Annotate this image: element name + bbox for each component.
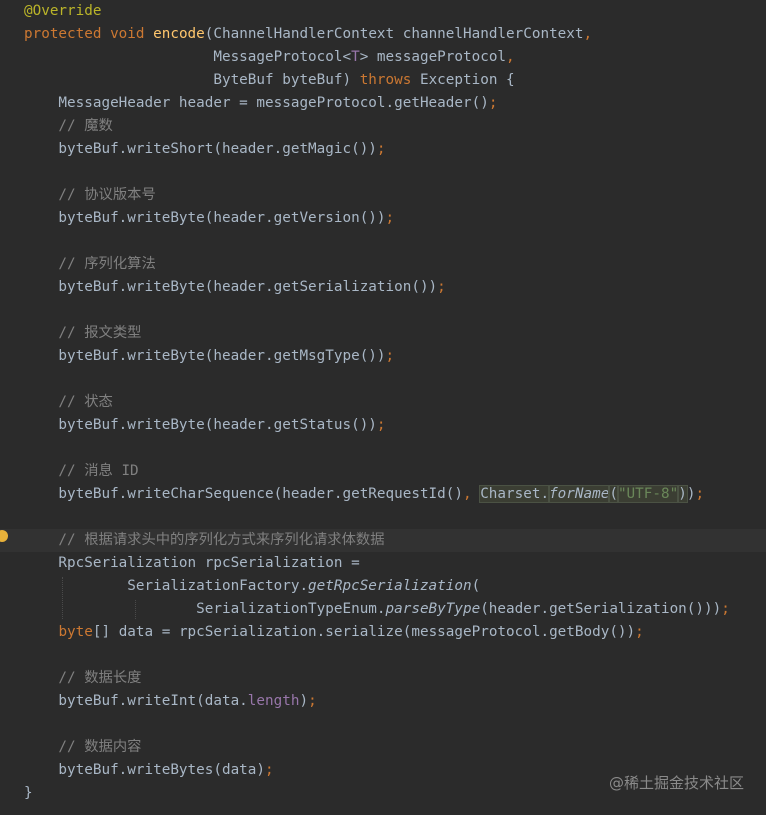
code-token: parseByType [385, 601, 481, 617]
code-token: ) [677, 485, 688, 503]
code-line[interactable] [0, 437, 766, 460]
code-token: byteBuf.writeShort(header.getMagic()) [24, 141, 377, 157]
code-line[interactable] [0, 230, 766, 253]
code-token: } [24, 785, 33, 801]
code-line[interactable]: // 数据内容 [0, 736, 766, 759]
code-token: byteBuf.writeByte(header.getVersion()) [24, 210, 386, 226]
code-line[interactable]: MessageProtocol<T> messageProtocol, [0, 46, 766, 69]
code-token: byteBuf.writeInt(data. [24, 693, 248, 709]
code-token: Exception { [419, 72, 515, 88]
code-token: ; [488, 95, 498, 111]
code-token: byteBuf.writeByte(header.getSerializatio… [24, 279, 438, 295]
code-token: (ChannelHandlerContext channelHandlerCon… [204, 26, 584, 42]
code-line[interactable] [0, 644, 766, 667]
code-token: "UTF-8" [616, 485, 680, 503]
code-token: ; [721, 601, 730, 617]
code-line[interactable]: // 协议版本号 [0, 184, 766, 207]
code-line[interactable]: byteBuf.writeByte(header.getMsgType()); [0, 345, 766, 368]
code-token: RpcSerialization rpcSerialization = [24, 555, 360, 571]
code-token: MessageProtocol< [24, 49, 352, 65]
code-token: byteBuf.writeByte(header.getStatus()) [24, 417, 377, 433]
code-line[interactable]: // 状态 [0, 391, 766, 414]
code-token: ; [308, 693, 317, 709]
code-line[interactable]: // 序列化算法 [0, 253, 766, 276]
code-token: length [247, 693, 300, 709]
code-token: byteBuf.writeByte(header.getMsgType()) [24, 348, 386, 364]
code-line[interactable]: // 消息 ID [0, 460, 766, 483]
code-token: ; [385, 348, 395, 364]
code-token: // 报文类型 [24, 325, 142, 341]
code-token: [] data = rpcSerialization.serialize(mes… [92, 624, 636, 640]
code-token: // 魔数 [24, 118, 113, 134]
code-line[interactable]: SerializationFactory.getRpcSerialization… [0, 575, 766, 598]
code-token: > messageProtocol [359, 49, 507, 65]
code-token: (header.getSerialization())) [480, 601, 722, 617]
code-token: encode [153, 26, 205, 42]
code-token: ; [265, 762, 274, 778]
code-line[interactable] [0, 506, 766, 529]
code-token: MessageHeader header = messageProtocol.g… [24, 95, 489, 111]
code-token: ; [437, 279, 446, 295]
code-token: ; [385, 210, 395, 226]
code-token: throws [359, 72, 420, 88]
code-line[interactable] [0, 368, 766, 391]
code-token: ; [695, 486, 705, 502]
code-line[interactable] [0, 713, 766, 736]
code-token: void [110, 26, 154, 42]
code-token: ; [635, 624, 644, 640]
code-line[interactable]: @Override [0, 0, 766, 23]
code-line[interactable]: // 根据请求头中的序列化方式来序列化请求体数据 [0, 529, 766, 552]
code-line[interactable]: byteBuf.writeByte(header.getVersion()); [0, 207, 766, 230]
code-line[interactable]: byteBuf.writeByte(header.getSerializatio… [0, 276, 766, 299]
code-line[interactable]: SerializationTypeEnum.parseByType(header… [0, 598, 766, 621]
code-token: byteBuf.writeCharSequence(header.getRequ… [24, 486, 463, 502]
code-token: // 状态 [24, 394, 113, 410]
code-token: // 序列化算法 [24, 256, 156, 272]
watermark: @稀土掘金技术社区 [608, 774, 744, 792]
code-token: T [351, 49, 360, 65]
code-token: , [462, 486, 481, 502]
code-line[interactable]: byteBuf.writeShort(header.getMagic()); [0, 138, 766, 161]
code-token: ; [376, 417, 386, 433]
code-line[interactable]: RpcSerialization rpcSerialization = [0, 552, 766, 575]
code-line[interactable]: byteBuf.writeInt(data.length); [0, 690, 766, 713]
indent-guide [62, 577, 64, 619]
code-token: // 根据请求头中的序列化方式来序列化请求体数据 [24, 532, 385, 548]
code-token: , [506, 49, 515, 65]
code-token: ByteBuf byteBuf) [24, 72, 360, 88]
code-token: SerializationFactory. [24, 578, 309, 594]
code-token: forName [548, 485, 611, 503]
code-line[interactable]: // 数据长度 [0, 667, 766, 690]
code-token: ; [376, 141, 386, 157]
code-line[interactable]: byteBuf.writeByte(header.getStatus()); [0, 414, 766, 437]
code-token: , [583, 26, 593, 42]
code-line[interactable]: byteBuf.writeCharSequence(header.getRequ… [0, 483, 766, 506]
code-token: SerializationTypeEnum. [24, 601, 386, 617]
code-line[interactable] [0, 161, 766, 184]
code-token: protected [24, 26, 111, 42]
code-token: // 消息 ID [24, 463, 139, 479]
code-token: ( [471, 578, 481, 594]
code-line[interactable]: protected void encode(ChannelHandlerCont… [0, 23, 766, 46]
code-line[interactable]: ByteBuf byteBuf) throws Exception { [0, 69, 766, 92]
code-token: getRpcSerialization [308, 578, 472, 594]
code-line[interactable]: MessageHeader header = messageProtocol.g… [0, 92, 766, 115]
code-line[interactable]: // 报文类型 [0, 322, 766, 345]
code-token: @Override [24, 3, 102, 19]
code-token: // 数据内容 [24, 739, 142, 755]
code-line[interactable] [0, 299, 766, 322]
code-line[interactable]: // 魔数 [0, 115, 766, 138]
code-token: byte [58, 624, 93, 640]
code-token: ) [299, 693, 309, 709]
code-editor[interactable]: @Override protected void encode(ChannelHa… [0, 0, 766, 815]
code-token: Charset. [479, 485, 551, 503]
code-line[interactable]: byte[] data = rpcSerialization.serialize… [0, 621, 766, 644]
indent-guide [134, 600, 136, 619]
code-token: ( [608, 485, 619, 503]
code-token: byteBuf.writeBytes(data) [24, 762, 266, 778]
code-token: // 数据长度 [24, 670, 142, 686]
code-token: // 协议版本号 [24, 187, 156, 203]
